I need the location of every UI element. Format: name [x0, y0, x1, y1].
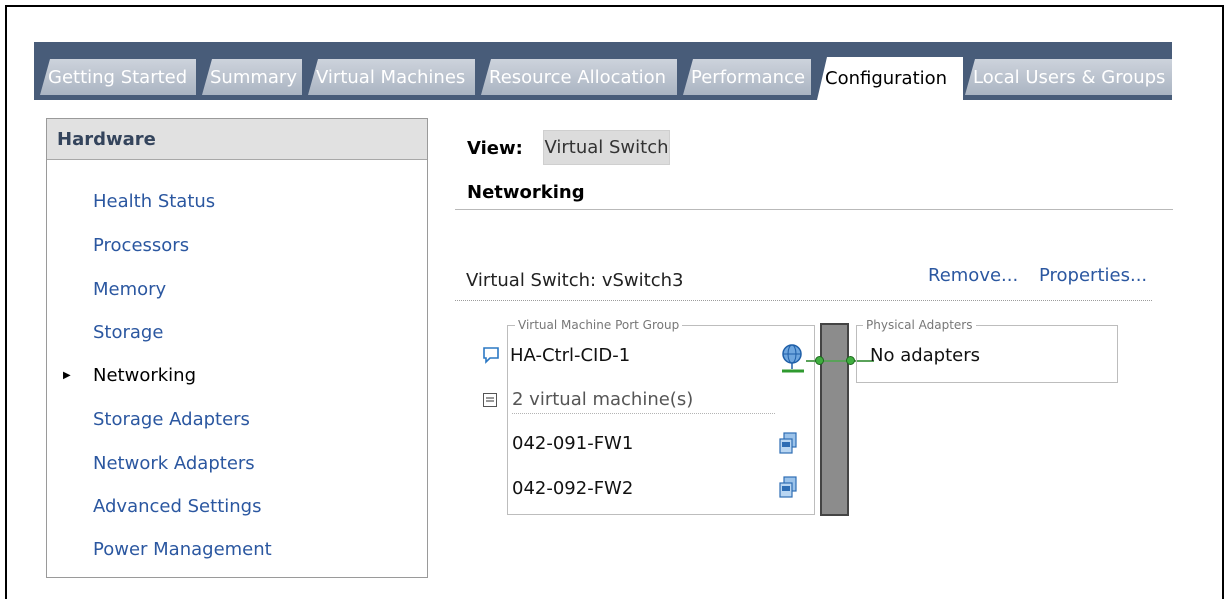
tab-virtual-machines[interactable]: Virtual Machines: [308, 59, 475, 95]
vm-count: 2 virtual machine(s): [512, 389, 694, 410]
vm-item-1[interactable]: 042-091-FW1: [512, 433, 633, 454]
tab-local-users-groups[interactable]: Local Users & Groups: [965, 59, 1172, 95]
tab-getting-started[interactable]: Getting Started: [40, 59, 196, 95]
selected-bullet-icon: ▶: [63, 370, 71, 381]
hardware-item-network-adapters[interactable]: Network Adapters: [93, 453, 255, 474]
properties-link[interactable]: Properties...: [1039, 265, 1147, 286]
vm-icon[interactable]: [778, 476, 798, 500]
hardware-item-memory[interactable]: Memory: [93, 279, 166, 300]
port-group-legend: Virtual Machine Port Group: [515, 318, 683, 332]
vm-icon[interactable]: [778, 432, 798, 456]
physical-adapters-value: No adapters: [870, 345, 981, 366]
section-title: Networking: [467, 182, 585, 203]
tab-resource-allocation[interactable]: Resource Allocation: [481, 59, 677, 95]
view-selector-button[interactable]: Virtual Switch: [543, 130, 670, 165]
port-dot: [846, 356, 855, 365]
vm-item-2[interactable]: 042-092-FW2: [512, 478, 633, 499]
vswitch-label: Virtual Switch: vSwitch3: [466, 270, 684, 291]
hardware-item-networking[interactable]: Networking: [93, 365, 196, 386]
hardware-item-storage[interactable]: Storage: [93, 322, 163, 343]
physical-adapters-legend: Physical Adapters: [863, 318, 976, 332]
network-globe-icon: [782, 344, 804, 373]
hardware-header: Hardware: [47, 119, 427, 160]
port-dot: [815, 356, 824, 365]
hardware-item-storage-adapters[interactable]: Storage Adapters: [93, 409, 250, 430]
hardware-item-health-status[interactable]: Health Status: [93, 191, 215, 212]
hardware-panel: Hardware Health Status Processors Memory…: [46, 118, 428, 578]
tab-performance[interactable]: Performance: [683, 59, 811, 95]
collapse-icon[interactable]: [482, 392, 498, 408]
tab-configuration[interactable]: Configuration: [817, 57, 963, 100]
tab-summary[interactable]: Summary: [202, 59, 302, 95]
port-group-name: HA-Ctrl-CID-1: [510, 345, 631, 366]
hardware-item-processors[interactable]: Processors: [93, 235, 189, 256]
hardware-item-power-management[interactable]: Power Management: [93, 539, 272, 560]
divider: [455, 209, 1173, 210]
remove-link[interactable]: Remove...: [928, 265, 1018, 286]
comment-icon[interactable]: [482, 346, 500, 364]
hardware-item-advanced-settings[interactable]: Advanced Settings: [93, 496, 261, 517]
virtual-switch-bar: [820, 323, 849, 516]
vm-divider: [512, 413, 775, 414]
view-label: View:: [467, 138, 523, 159]
dotted-divider: [455, 300, 1152, 301]
